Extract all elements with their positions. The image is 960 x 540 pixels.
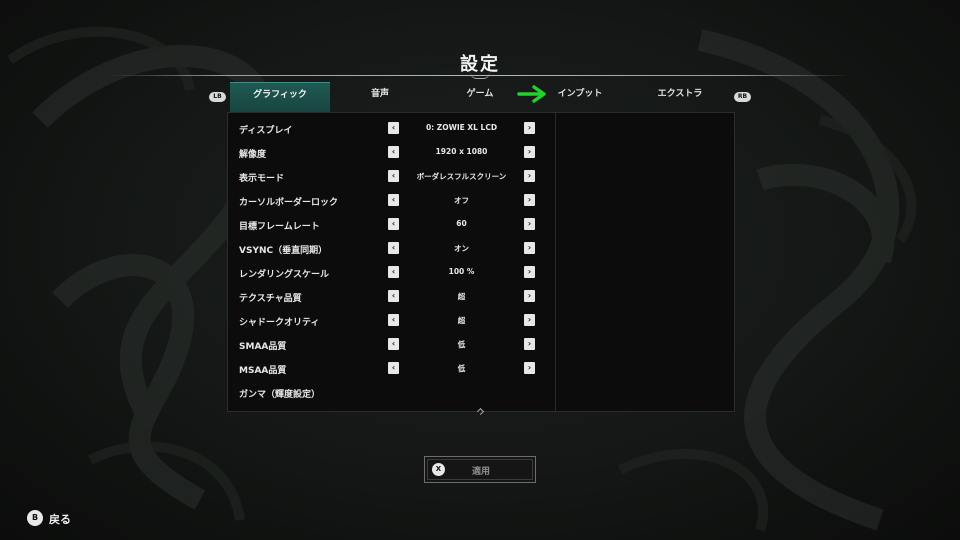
setting-label: レンダリングスケール [239,270,330,280]
setting-value: 超 [457,292,466,301]
chevron-left-icon[interactable]: ‹ [388,218,399,230]
green-right-arrow-icon [517,85,546,103]
setting-label: 目標フレームレート [239,222,320,232]
tab-extra[interactable]: エクストラ [630,82,730,112]
chevron-right-icon[interactable]: › [524,146,535,158]
lb-bumper-icon[interactable]: LB [209,92,226,102]
setting-row-msaa: MSAA品質 ‹ 低 › [239,358,549,382]
setting-row-render-scale: レンダリングスケール ‹ 100 % › [239,262,549,286]
chevron-left-icon[interactable]: ‹ [388,314,399,326]
setting-label: 解像度 [239,150,267,160]
setting-value: 60 [456,219,467,228]
chevron-left-icon[interactable]: ‹ [388,146,399,158]
setting-label: ディスプレイ [239,126,293,136]
setting-row-framerate: 目標フレームレート ‹ 60 › [239,214,549,238]
chevron-right-icon[interactable]: › [524,242,535,254]
setting-row-display: ディスプレイ ‹ 0: ZOWIE XL LCD › [239,118,549,142]
setting-row-vsync: VSYNC（垂直同期） ‹ オン › [239,238,549,262]
rb-bumper-icon[interactable]: RB [734,92,751,102]
setting-value: 1920 x 1080 [435,147,488,156]
chevron-left-icon[interactable]: ‹ [388,242,399,254]
chevron-left-icon[interactable]: ‹ [388,170,399,182]
chevron-right-icon[interactable]: › [524,362,535,374]
chevron-left-icon[interactable]: ‹ [388,122,399,134]
setting-value: 低 [457,364,466,373]
settings-panel: ディスプレイ ‹ 0: ZOWIE XL LCD › 解像度 ‹ 1920 x … [227,112,735,412]
chevron-left-icon[interactable]: ‹ [388,362,399,374]
setting-row-cursor-lock: カーソルボーダーロック ‹ オフ › [239,190,549,214]
setting-label: SMAA品質 [239,342,287,352]
setting-label: VSYNC（垂直同期） [239,246,328,256]
setting-value: オン [454,244,469,253]
setting-value: ボーダレスフルスクリーン [416,172,507,181]
apply-button[interactable]: X 適用 [424,456,536,483]
chevron-left-icon[interactable]: ‹ [388,266,399,278]
setting-value: 超 [457,316,466,325]
chevron-right-icon[interactable]: › [524,290,535,302]
setting-row-gamma[interactable]: ガンマ（輝度設定） [239,382,549,406]
chevron-left-icon[interactable]: ‹ [388,194,399,206]
chevron-right-icon[interactable]: › [524,170,535,182]
b-button-icon: B [27,510,43,526]
chevron-right-icon[interactable]: › [524,266,535,278]
back-label: 戻る [49,513,71,526]
chevron-right-icon[interactable]: › [524,338,535,350]
panel-divider [555,113,556,411]
setting-row-smaa: SMAA品質 ‹ 低 › [239,334,549,358]
chevron-left-icon[interactable]: ‹ [388,338,399,350]
tab-audio[interactable]: 音声 [330,82,430,112]
setting-label: MSAA品質 [239,366,287,376]
setting-row-resolution: 解像度 ‹ 1920 x 1080 › [239,142,549,166]
setting-value: 0: ZOWIE XL LCD [425,123,498,132]
setting-label: 表示モード [239,174,285,184]
setting-label: カーソルボーダーロック [239,198,339,208]
tab-game[interactable]: ゲーム [430,82,530,112]
apply-label: 適用 [471,467,490,477]
tab-graphics[interactable]: グラフィック [230,82,330,112]
setting-row-texture-quality: テクスチャ品質 ‹ 超 › [239,286,549,310]
setting-row-shadow-quality: シャドークオリティ ‹ 超 › [239,310,549,334]
chevron-right-icon[interactable]: › [524,314,535,326]
chevron-right-icon[interactable]: › [524,122,535,134]
setting-label: シャドークオリティ [239,318,320,328]
setting-value: オフ [454,196,469,205]
setting-label: ガンマ（輝度設定） [239,390,321,400]
chevron-left-icon[interactable]: ‹ [388,290,399,302]
setting-value: 低 [457,340,466,349]
setting-value: 100 % [448,267,475,276]
chevron-right-icon[interactable]: › [524,194,535,206]
chevron-right-icon[interactable]: › [524,218,535,230]
setting-label: テクスチャ品質 [239,294,302,304]
setting-row-display-mode: 表示モード ‹ ボーダレスフルスクリーン › [239,166,549,190]
